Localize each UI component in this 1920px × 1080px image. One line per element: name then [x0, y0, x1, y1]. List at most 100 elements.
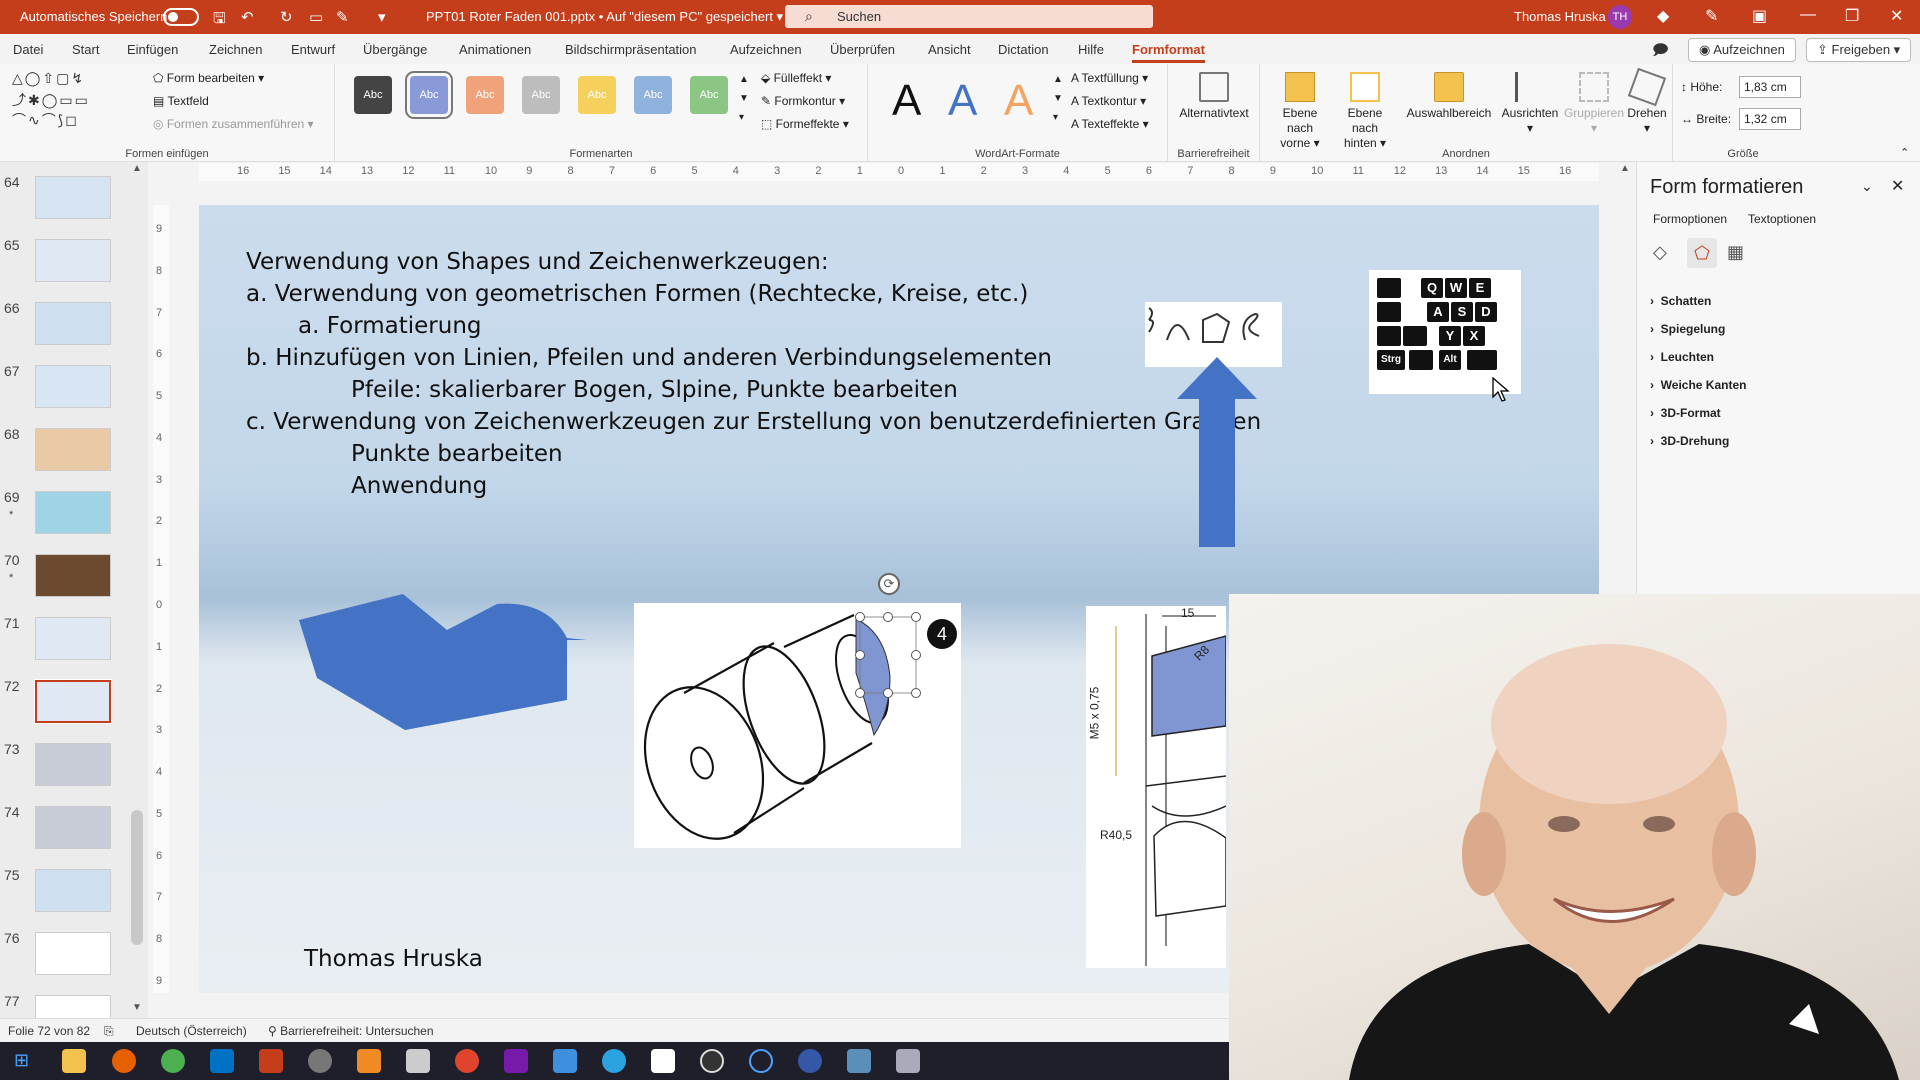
align-button[interactable]: Ausrichten ▾	[1498, 72, 1562, 136]
tab-ueberpruefen[interactable]: Überprüfen	[830, 42, 895, 57]
designer-icon[interactable]: ◆	[1657, 6, 1669, 26]
shapes-gallery-row3[interactable]: ⌒∿⌒⟆◻	[12, 110, 79, 130]
slide-thumbnail[interactable]	[35, 365, 111, 408]
wordart-style-2[interactable]: A	[948, 76, 977, 126]
section-soft-edges[interactable]: › Weiche Kanten	[1650, 378, 1746, 392]
shape-style-4[interactable]: Abc	[522, 76, 560, 114]
app-icon-16[interactable]	[798, 1049, 822, 1073]
pen-icon[interactable]: ✎	[1705, 6, 1718, 26]
textbox-button[interactable]: ▤ Textfeld	[153, 94, 209, 108]
slide-thumbnail[interactable]	[35, 554, 111, 597]
shape-style-7[interactable]: Abc	[690, 76, 728, 114]
dimension-drawing-image[interactable]: 15 M5 x 0,75 R40,5 R8	[1086, 606, 1227, 968]
height-input[interactable]: 1,83 cm	[1739, 76, 1801, 98]
section-reflection[interactable]: › Spiegelung	[1650, 322, 1725, 336]
slide-heading[interactable]: Verwendung von Shapes und Zeichenwerkzeu…	[246, 249, 829, 275]
comments-icon[interactable]: 🗩	[1652, 40, 1669, 65]
app-icon-6[interactable]	[308, 1049, 332, 1073]
slide-thumbnail[interactable]	[35, 428, 111, 471]
ribbon-display-icon[interactable]: ▣	[1752, 6, 1767, 26]
slide-bullet-c[interactable]: c. Verwendung von Zeichenwerkzeugen zur …	[246, 409, 1261, 435]
shape-style-6[interactable]: Abc	[634, 76, 672, 114]
search-box[interactable]: ⌕ Suchen	[785, 5, 1153, 28]
maximize-icon[interactable]: ❐	[1845, 6, 1859, 26]
tab-start[interactable]: Start	[72, 42, 99, 57]
shape-style-5[interactable]: Abc	[578, 76, 616, 114]
tab-dictation[interactable]: Dictation	[998, 42, 1049, 57]
tab-formformat[interactable]: Formformat	[1132, 42, 1205, 63]
tab-datei[interactable]: Datei	[13, 42, 43, 57]
minimize-icon[interactable]: —	[1800, 6, 1816, 24]
wordart-scroll-icon[interactable]: ▲ ▼ ▾	[1053, 70, 1063, 127]
accessibility-status[interactable]: ⚲ Barrierefreiheit: Untersuchen	[268, 1024, 434, 1038]
firefox-icon[interactable]	[112, 1049, 136, 1073]
avatar[interactable]: TH	[1608, 5, 1632, 29]
shape-style-3[interactable]: Abc	[466, 76, 504, 114]
section-3d-rotation[interactable]: › 3D-Drehung	[1650, 434, 1729, 448]
tab-animationen[interactable]: Animationen	[459, 42, 531, 57]
app-icon-15[interactable]	[749, 1049, 773, 1073]
shape-fill-button[interactable]: ⬙ Fülleffekt ▾	[761, 71, 831, 85]
size-properties-icon[interactable]: ▦	[1727, 242, 1744, 263]
selection-pane-button[interactable]: Auswahlbereich	[1404, 72, 1494, 121]
present-icon[interactable]: ▭	[309, 8, 323, 26]
width-input[interactable]: 1,32 cm	[1739, 108, 1801, 130]
keyboard-image[interactable]: Q W E A S D Y X Strg Alt	[1369, 270, 1521, 394]
telegram-icon[interactable]	[602, 1049, 626, 1073]
close-icon[interactable]: ✕	[1890, 6, 1903, 26]
tab-shape-options[interactable]: Formoptionen	[1653, 212, 1727, 226]
record-button[interactable]: ◉ Aufzeichnen	[1688, 38, 1796, 62]
rotate-button[interactable]: Drehen ▾	[1624, 67, 1670, 136]
slide-bullet-a[interactable]: a. Verwendung von geometrischen Formen (…	[246, 281, 1028, 307]
wordart-style-1[interactable]: A	[892, 76, 921, 126]
vlc-icon[interactable]	[357, 1049, 381, 1073]
spellcheck-icon[interactable]: ⎘	[104, 1024, 114, 1039]
shape-effects-button[interactable]: ⬚ Formeffekte ▾	[761, 117, 849, 131]
slide-thumbnail[interactable]	[35, 176, 111, 219]
save-icon[interactable]: 🖫	[213, 8, 226, 33]
alt-text-button[interactable]: Alternativtext	[1172, 72, 1256, 121]
shape-outline-button[interactable]: ✎ Formkontur ▾	[761, 94, 845, 108]
wordart-style-3[interactable]: A	[1004, 76, 1033, 126]
slide-thumbnail[interactable]	[35, 869, 111, 912]
tab-ansicht[interactable]: Ansicht	[928, 42, 971, 57]
slide-thumbnail[interactable]	[35, 743, 111, 786]
technical-drawing-image[interactable]: ⟳ 4	[634, 573, 961, 848]
app-icon-8[interactable]	[406, 1049, 430, 1073]
draw-icon[interactable]: ✎	[336, 8, 349, 26]
send-backward-button[interactable]: Ebene nach hinten ▾	[1334, 72, 1396, 151]
app-icon-17[interactable]	[847, 1049, 871, 1073]
onenote-icon[interactable]	[504, 1049, 528, 1073]
slide-thumbnail[interactable]	[35, 239, 111, 282]
pane-options-icon[interactable]: ⌄	[1861, 178, 1873, 195]
slide-subline-c2[interactable]: Anwendung	[351, 473, 487, 499]
customize-qat-icon[interactable]: ▾	[378, 8, 386, 26]
slide-thumbnail[interactable]	[34, 679, 112, 724]
redo-icon[interactable]: ↻	[280, 8, 293, 26]
fill-line-icon[interactable]: ◇	[1653, 242, 1667, 263]
tab-uebergaenge[interactable]: Übergänge	[363, 42, 427, 57]
obs-icon[interactable]	[700, 1049, 724, 1073]
edit-shape-button[interactable]: ⬠ Form bearbeiten ▾	[153, 71, 264, 85]
autosave-toggle[interactable]	[163, 8, 199, 26]
powerpoint-icon[interactable]	[259, 1049, 283, 1073]
blue-freeform-shape[interactable]	[297, 590, 597, 746]
app-icon-13[interactable]	[651, 1049, 675, 1073]
windows-start-icon[interactable]: ⊞	[14, 1050, 29, 1071]
text-fill-button[interactable]: A Textfüllung ▾	[1071, 71, 1148, 85]
tab-entwurf[interactable]: Entwurf	[291, 42, 335, 57]
slide-subbullet-a[interactable]: a. Formatierung	[298, 313, 482, 339]
language-status[interactable]: Deutsch (Österreich)	[136, 1024, 247, 1038]
slide-thumbnail[interactable]	[35, 932, 111, 975]
text-effects-button[interactable]: A Texteffekte ▾	[1071, 117, 1149, 131]
styles-scroll-icon[interactable]: ▲ ▼ ▾	[739, 70, 749, 127]
slide-bullet-b[interactable]: b. Hinzufügen von Linien, Pfeilen und an…	[246, 345, 1052, 371]
thumbs-scrollbar[interactable]	[131, 810, 143, 945]
tab-einfuegen[interactable]: Einfügen	[127, 42, 178, 57]
effects-icon[interactable]: ⬠	[1687, 238, 1717, 268]
collapse-ribbon-icon[interactable]: ⌃	[1900, 146, 1909, 159]
text-outline-button[interactable]: A Textkontur ▾	[1071, 94, 1146, 108]
thumbs-scroll-down-icon[interactable]: ▼	[132, 1002, 142, 1013]
slide-subline-b[interactable]: Pfeile: skalierbarer Bogen, Slpine, Punk…	[351, 377, 958, 403]
merge-shapes-button[interactable]: ◎ Formen zusammenführen ▾	[153, 117, 314, 131]
